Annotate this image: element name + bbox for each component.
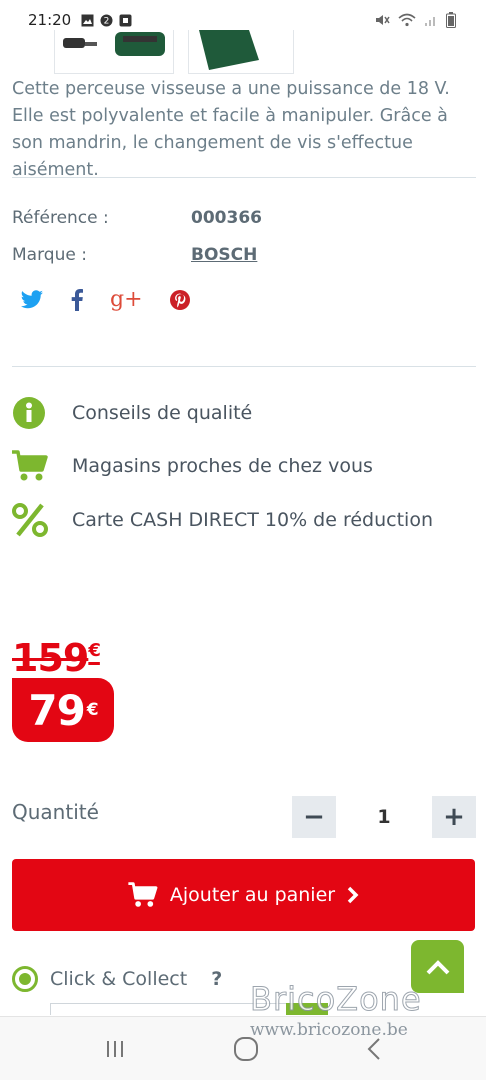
spec-reference: Référence : 000366 xyxy=(12,208,476,228)
status-system-icons xyxy=(374,12,456,28)
status-notification-icons: 2 xyxy=(81,14,132,27)
new-price-currency: € xyxy=(86,700,99,720)
add-to-cart-label: Ajouter au panier xyxy=(169,884,336,906)
product-description: Cette perceuse visseuse a une puissance … xyxy=(12,79,450,180)
social-share: g+ xyxy=(20,286,191,314)
chevron-up-icon xyxy=(426,959,449,974)
back-icon[interactable] xyxy=(366,1037,382,1061)
watermark-title: BricoZone xyxy=(250,980,422,1019)
status-time: 21:20 xyxy=(28,11,72,29)
add-to-cart-button[interactable]: Ajouter au panier xyxy=(12,859,475,931)
decrease-quantity-button[interactable]: − xyxy=(292,796,336,838)
percent-icon xyxy=(12,503,48,537)
watermark: BricoZone www.bricozone.be xyxy=(250,980,450,1041)
reference-label: Référence : xyxy=(12,208,109,228)
old-price: 159€ xyxy=(12,636,101,680)
new-price-value: 79 xyxy=(28,685,85,735)
feature-nearby-stores[interactable]: Magasins proches de chez vous xyxy=(12,450,478,482)
battery-icon xyxy=(446,12,456,28)
product-thumbnails xyxy=(54,30,294,74)
quantity-input[interactable]: 1 xyxy=(336,796,432,838)
drill-image xyxy=(63,32,165,56)
brand-link[interactable]: BOSCH xyxy=(191,245,257,265)
app-notification-icon xyxy=(119,14,132,26)
feature-label: Carte CASH DIRECT 10% de réduction xyxy=(72,509,433,531)
quantity-stepper: − 1 + xyxy=(292,796,476,838)
click-collect-radio[interactable] xyxy=(12,966,38,992)
spec-brand: Marque : BOSCH xyxy=(12,245,476,265)
cart-icon xyxy=(128,882,158,907)
twitter-icon[interactable] xyxy=(20,290,44,310)
data-saver-icon: 2 xyxy=(100,14,113,26)
reference-value: 000366 xyxy=(191,208,262,228)
facebook-icon[interactable] xyxy=(70,289,84,311)
cart-icon xyxy=(12,450,48,481)
signal-icon xyxy=(425,17,435,26)
new-price-badge: 79 € xyxy=(12,678,114,742)
feature-label: Conseils de qualité xyxy=(72,402,253,424)
increase-quantity-button[interactable]: + xyxy=(432,796,476,838)
product-thumbnail-2[interactable] xyxy=(188,30,294,74)
feature-label: Magasins proches de chez vous xyxy=(72,455,373,477)
feature-quality-advice[interactable]: Conseils de qualité xyxy=(12,396,478,430)
click-collect-option[interactable]: Click & Collect ? xyxy=(12,966,222,992)
google-plus-icon[interactable]: g+ xyxy=(110,286,143,314)
wifi-icon xyxy=(398,13,416,27)
info-icon xyxy=(13,397,45,429)
gallery-icon xyxy=(81,14,94,26)
click-collect-help-icon[interactable]: ? xyxy=(211,968,222,990)
drill-image xyxy=(199,30,259,70)
divider xyxy=(12,366,476,367)
quantity-label: Quantité xyxy=(12,800,99,824)
product-thumbnail-1[interactable] xyxy=(54,30,174,74)
divider xyxy=(12,177,476,178)
old-price-currency: € xyxy=(88,640,100,661)
old-price-value: 159 xyxy=(12,636,89,680)
click-collect-label: Click & Collect xyxy=(50,968,188,990)
pinterest-icon[interactable] xyxy=(169,289,191,311)
chevron-right-icon xyxy=(347,886,359,904)
brand-label: Marque : xyxy=(12,245,87,265)
recent-apps-icon[interactable] xyxy=(104,1038,126,1060)
mute-icon xyxy=(376,15,390,25)
watermark-url: www.bricozone.be xyxy=(250,1020,408,1040)
feature-cash-direct[interactable]: Carte CASH DIRECT 10% de réduction xyxy=(12,503,478,537)
svg-text:2: 2 xyxy=(104,16,110,26)
